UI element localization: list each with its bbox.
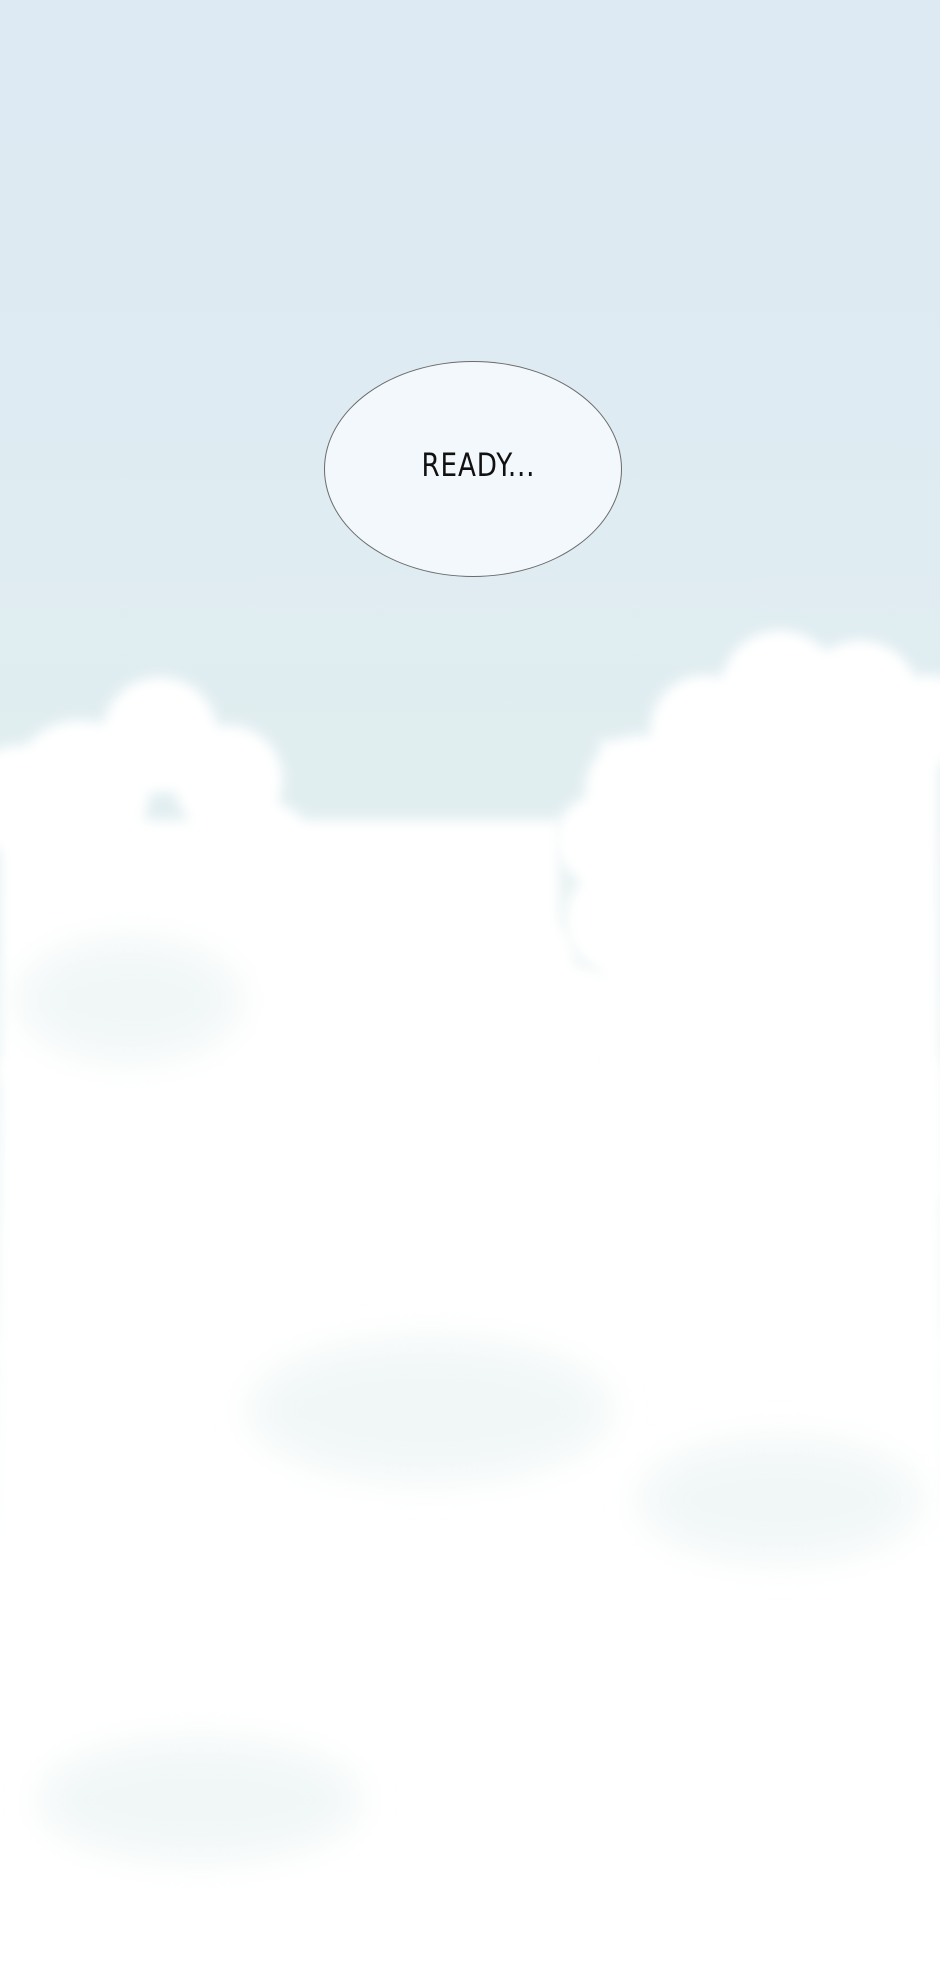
comic-panel: READY... [0,0,940,1980]
speech-text: READY... [421,446,535,484]
cloud-bank [0,630,940,1980]
middle-cloud [0,1060,940,1385]
speech-bubble: READY... [324,361,622,577]
